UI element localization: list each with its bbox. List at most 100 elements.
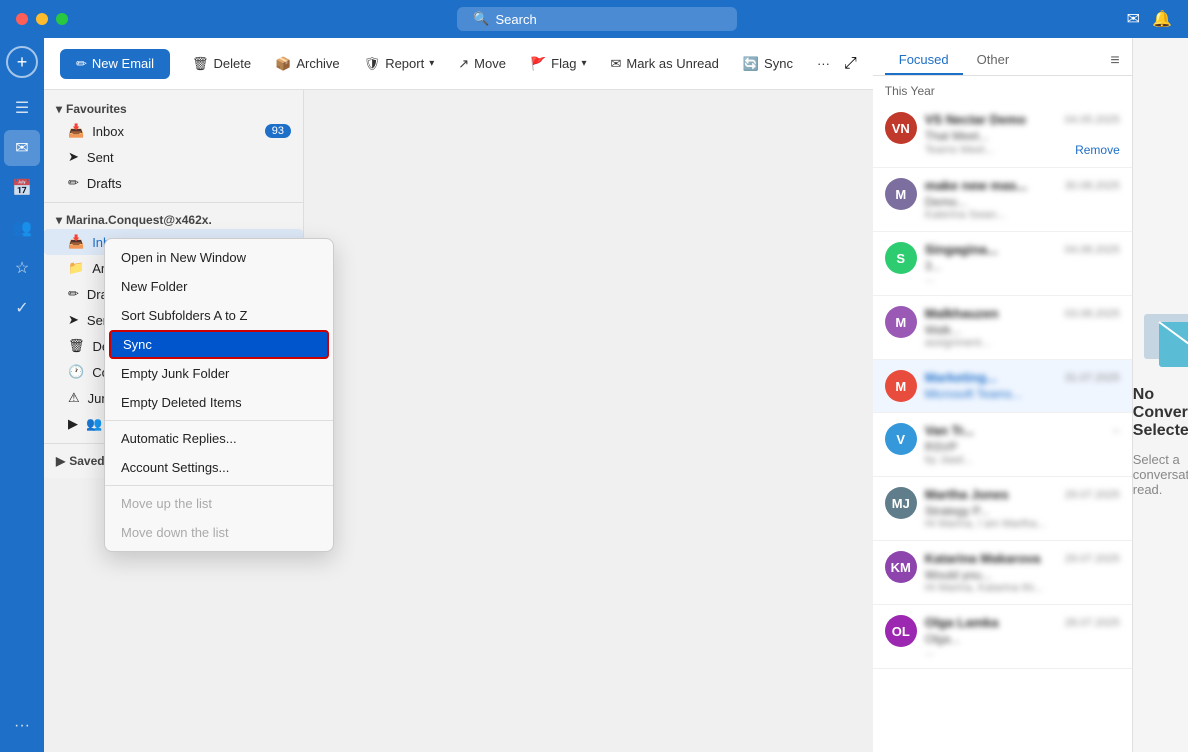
- context-menu-account-settings[interactable]: Account Settings...: [105, 453, 333, 482]
- email-date: 31.07.2025: [1065, 372, 1120, 384]
- list-item[interactable]: OL Olga Lamka 28.07.2025 Olga... ...: [873, 605, 1132, 669]
- shield-icon: 🛡: [364, 56, 381, 72]
- email-subject: That Meet...: [925, 129, 1120, 143]
- sidebar-item-sent-fav[interactable]: ➤ Sent: [44, 144, 303, 170]
- new-email-button[interactable]: ✏ New Email: [60, 49, 170, 79]
- email-subject: Microsoft Teams...: [925, 387, 1120, 401]
- list-item[interactable]: M make new mas... 30.08.2025 Demo... Kat…: [873, 168, 1132, 232]
- add-account-button[interactable]: +: [6, 46, 38, 78]
- list-item[interactable]: M Malkhauzen 03.08.2025 Walk... assignme…: [873, 296, 1132, 360]
- email-sender: VS Nectar Demo: [925, 112, 1026, 127]
- sent-icon-2: ➤: [68, 312, 79, 328]
- email-preview: ...: [925, 646, 1120, 658]
- traffic-light-maximize[interactable]: [56, 13, 68, 25]
- flag-icon: 🚩: [530, 56, 546, 72]
- context-menu-overlay: Open in New Window New Folder Sort Subfo…: [104, 238, 334, 552]
- app-body: + ☰ ✉ 📅 👥 ☆ ✓ ··· ✏ New Email 🗑 Delete 📦…: [0, 38, 1188, 752]
- email-preview: by Jaad...: [925, 454, 1120, 466]
- sidebar-item-drafts-fav[interactable]: ✏ Drafts: [44, 170, 303, 196]
- list-item[interactable]: S Singagina... 04.08.2025 3... ...: [873, 232, 1132, 296]
- avatar: MJ: [885, 487, 917, 519]
- compose-icon[interactable]: ✉: [1127, 9, 1140, 29]
- context-menu-sort-subfolders[interactable]: Sort Subfolders A to Z: [105, 301, 333, 330]
- icon-bar: + ☰ ✉ 📅 👥 ☆ ✓ ···: [0, 38, 44, 752]
- traffic-light-close[interactable]: [16, 13, 28, 25]
- email-list: This Year VN VS Nectar Demo 04.05.2025 T…: [873, 76, 1132, 752]
- email-item-content: Van Tr... -- RSVP by Jaad...: [925, 423, 1120, 466]
- tab-other[interactable]: Other: [963, 46, 1024, 75]
- sidebar-item-inbox-fav[interactable]: 📥 Inbox 93: [44, 118, 303, 144]
- envelope-icon: ✉: [610, 56, 621, 72]
- delete-button[interactable]: 🗑 Delete: [182, 51, 261, 77]
- email-date: 30.08.2025: [1065, 180, 1120, 192]
- list-item[interactable]: KM Katarina Makarova 29.07.2025 Would yo…: [873, 541, 1132, 605]
- sidebar-icon-hamburger[interactable]: ☰: [4, 90, 40, 126]
- context-menu-empty-deleted[interactable]: Empty Deleted Items: [105, 388, 333, 417]
- sidebar-icon-calendar[interactable]: 📅: [4, 170, 40, 206]
- sync-button[interactable]: 🔄 Sync: [733, 51, 803, 77]
- email-item-content: Martha Jones 29.07.2025 Strategy P... Hi…: [925, 487, 1120, 530]
- search-bar[interactable]: 🔍 Search: [457, 7, 737, 31]
- email-date: 03.08.2025: [1065, 308, 1120, 320]
- sidebar-divider-1: [44, 202, 303, 203]
- email-preview: Katerina Swan...: [925, 209, 1120, 221]
- email-preview: Hi Marina, I am Martha...: [925, 518, 1120, 530]
- inbox-badge: 93: [265, 124, 291, 138]
- archive-icon: 📦: [275, 56, 291, 72]
- traffic-light-minimize[interactable]: [36, 13, 48, 25]
- email-item-content: Katarina Makarova 29.07.2025 Would you..…: [925, 551, 1120, 594]
- sidebar-icon-people[interactable]: 👥: [4, 210, 40, 246]
- email-preview: ...: [925, 273, 1120, 285]
- sidebar-icon-mail[interactable]: ✉: [4, 130, 40, 166]
- trash-icon: 🗑: [192, 56, 209, 72]
- filter-icon[interactable]: ≡: [1110, 52, 1119, 70]
- bell-icon[interactable]: 🔔: [1152, 9, 1172, 29]
- email-date: 29.07.2025: [1065, 553, 1120, 565]
- archive-toolbar-button[interactable]: 📦 Archive: [265, 51, 350, 77]
- chevron-right-icon: ▶: [68, 416, 78, 432]
- email-sender: Katarina Makarova: [925, 551, 1041, 566]
- move-icon: ↗: [458, 56, 469, 72]
- email-sender: Singagina...: [925, 242, 998, 257]
- list-item[interactable]: M Marketing... 31.07.2025 Microsoft Team…: [873, 360, 1132, 413]
- email-tabs: Focused Other ≡: [873, 38, 1132, 76]
- titlebar: 🔍 Search ✉ 🔔: [0, 0, 1188, 38]
- remove-link[interactable]: Remove: [1075, 143, 1120, 157]
- report-button[interactable]: 🛡 Report ▾: [354, 51, 445, 77]
- sidebar-icon-tasks[interactable]: ✓: [4, 290, 40, 326]
- context-menu-auto-replies[interactable]: Automatic Replies...: [105, 424, 333, 453]
- avatar: S: [885, 242, 917, 274]
- context-menu: Open in New Window New Folder Sort Subfo…: [104, 238, 334, 552]
- email-item-content: make new mas... 30.08.2025 Demo... Kater…: [925, 178, 1120, 221]
- move-button[interactable]: ↗ Move: [448, 51, 516, 77]
- flag-caret: ▾: [581, 58, 586, 69]
- list-item[interactable]: MJ Martha Jones 29.07.2025 Strategy P...…: [873, 477, 1132, 541]
- more-options-button[interactable]: ···: [807, 51, 840, 76]
- tab-focused[interactable]: Focused: [885, 46, 963, 75]
- context-menu-empty-junk[interactable]: Empty Junk Folder: [105, 359, 333, 388]
- mark-unread-button[interactable]: ✉ Mark as Unread: [600, 51, 728, 77]
- email-subject: Demo...: [925, 195, 1120, 209]
- email-sender: Marketing...: [925, 370, 997, 385]
- inbox-icon-2: 📥: [68, 234, 84, 250]
- email-date: --: [1112, 425, 1119, 437]
- email-date: 28.07.2025: [1065, 617, 1120, 629]
- sidebar-icon-star[interactable]: ☆: [4, 250, 40, 286]
- chevron-down-icon: ▾: [56, 102, 62, 116]
- list-item[interactable]: V Van Tr... -- RSVP by Jaad...: [873, 413, 1132, 477]
- context-menu-open-new-window[interactable]: Open in New Window: [105, 243, 333, 272]
- flag-button[interactable]: 🚩 Flag ▾: [520, 51, 597, 77]
- email-item-content: Singagina... 04.08.2025 3... ...: [925, 242, 1120, 285]
- list-item[interactable]: VN VS Nectar Demo 04.05.2025 That Meet..…: [873, 102, 1132, 168]
- avatar: M: [885, 178, 917, 210]
- sync-icon: 🔄: [743, 56, 759, 72]
- email-item-content: Malkhauzen 03.08.2025 Walk... assignment…: [925, 306, 1120, 349]
- chevron-down-icon-2: ▾: [56, 213, 62, 227]
- context-menu-sync[interactable]: Sync: [109, 330, 329, 359]
- context-menu-new-folder[interactable]: New Folder: [105, 272, 333, 301]
- account-section: ▾ Marina.Conquest@x462x.: [44, 209, 303, 229]
- email-item-content: Marketing... 31.07.2025 Microsoft Teams.…: [925, 370, 1120, 401]
- expand-button[interactable]: ⤢: [844, 55, 857, 73]
- sidebar-icon-more[interactable]: ···: [4, 708, 40, 744]
- email-subject: Would you...: [925, 568, 1120, 582]
